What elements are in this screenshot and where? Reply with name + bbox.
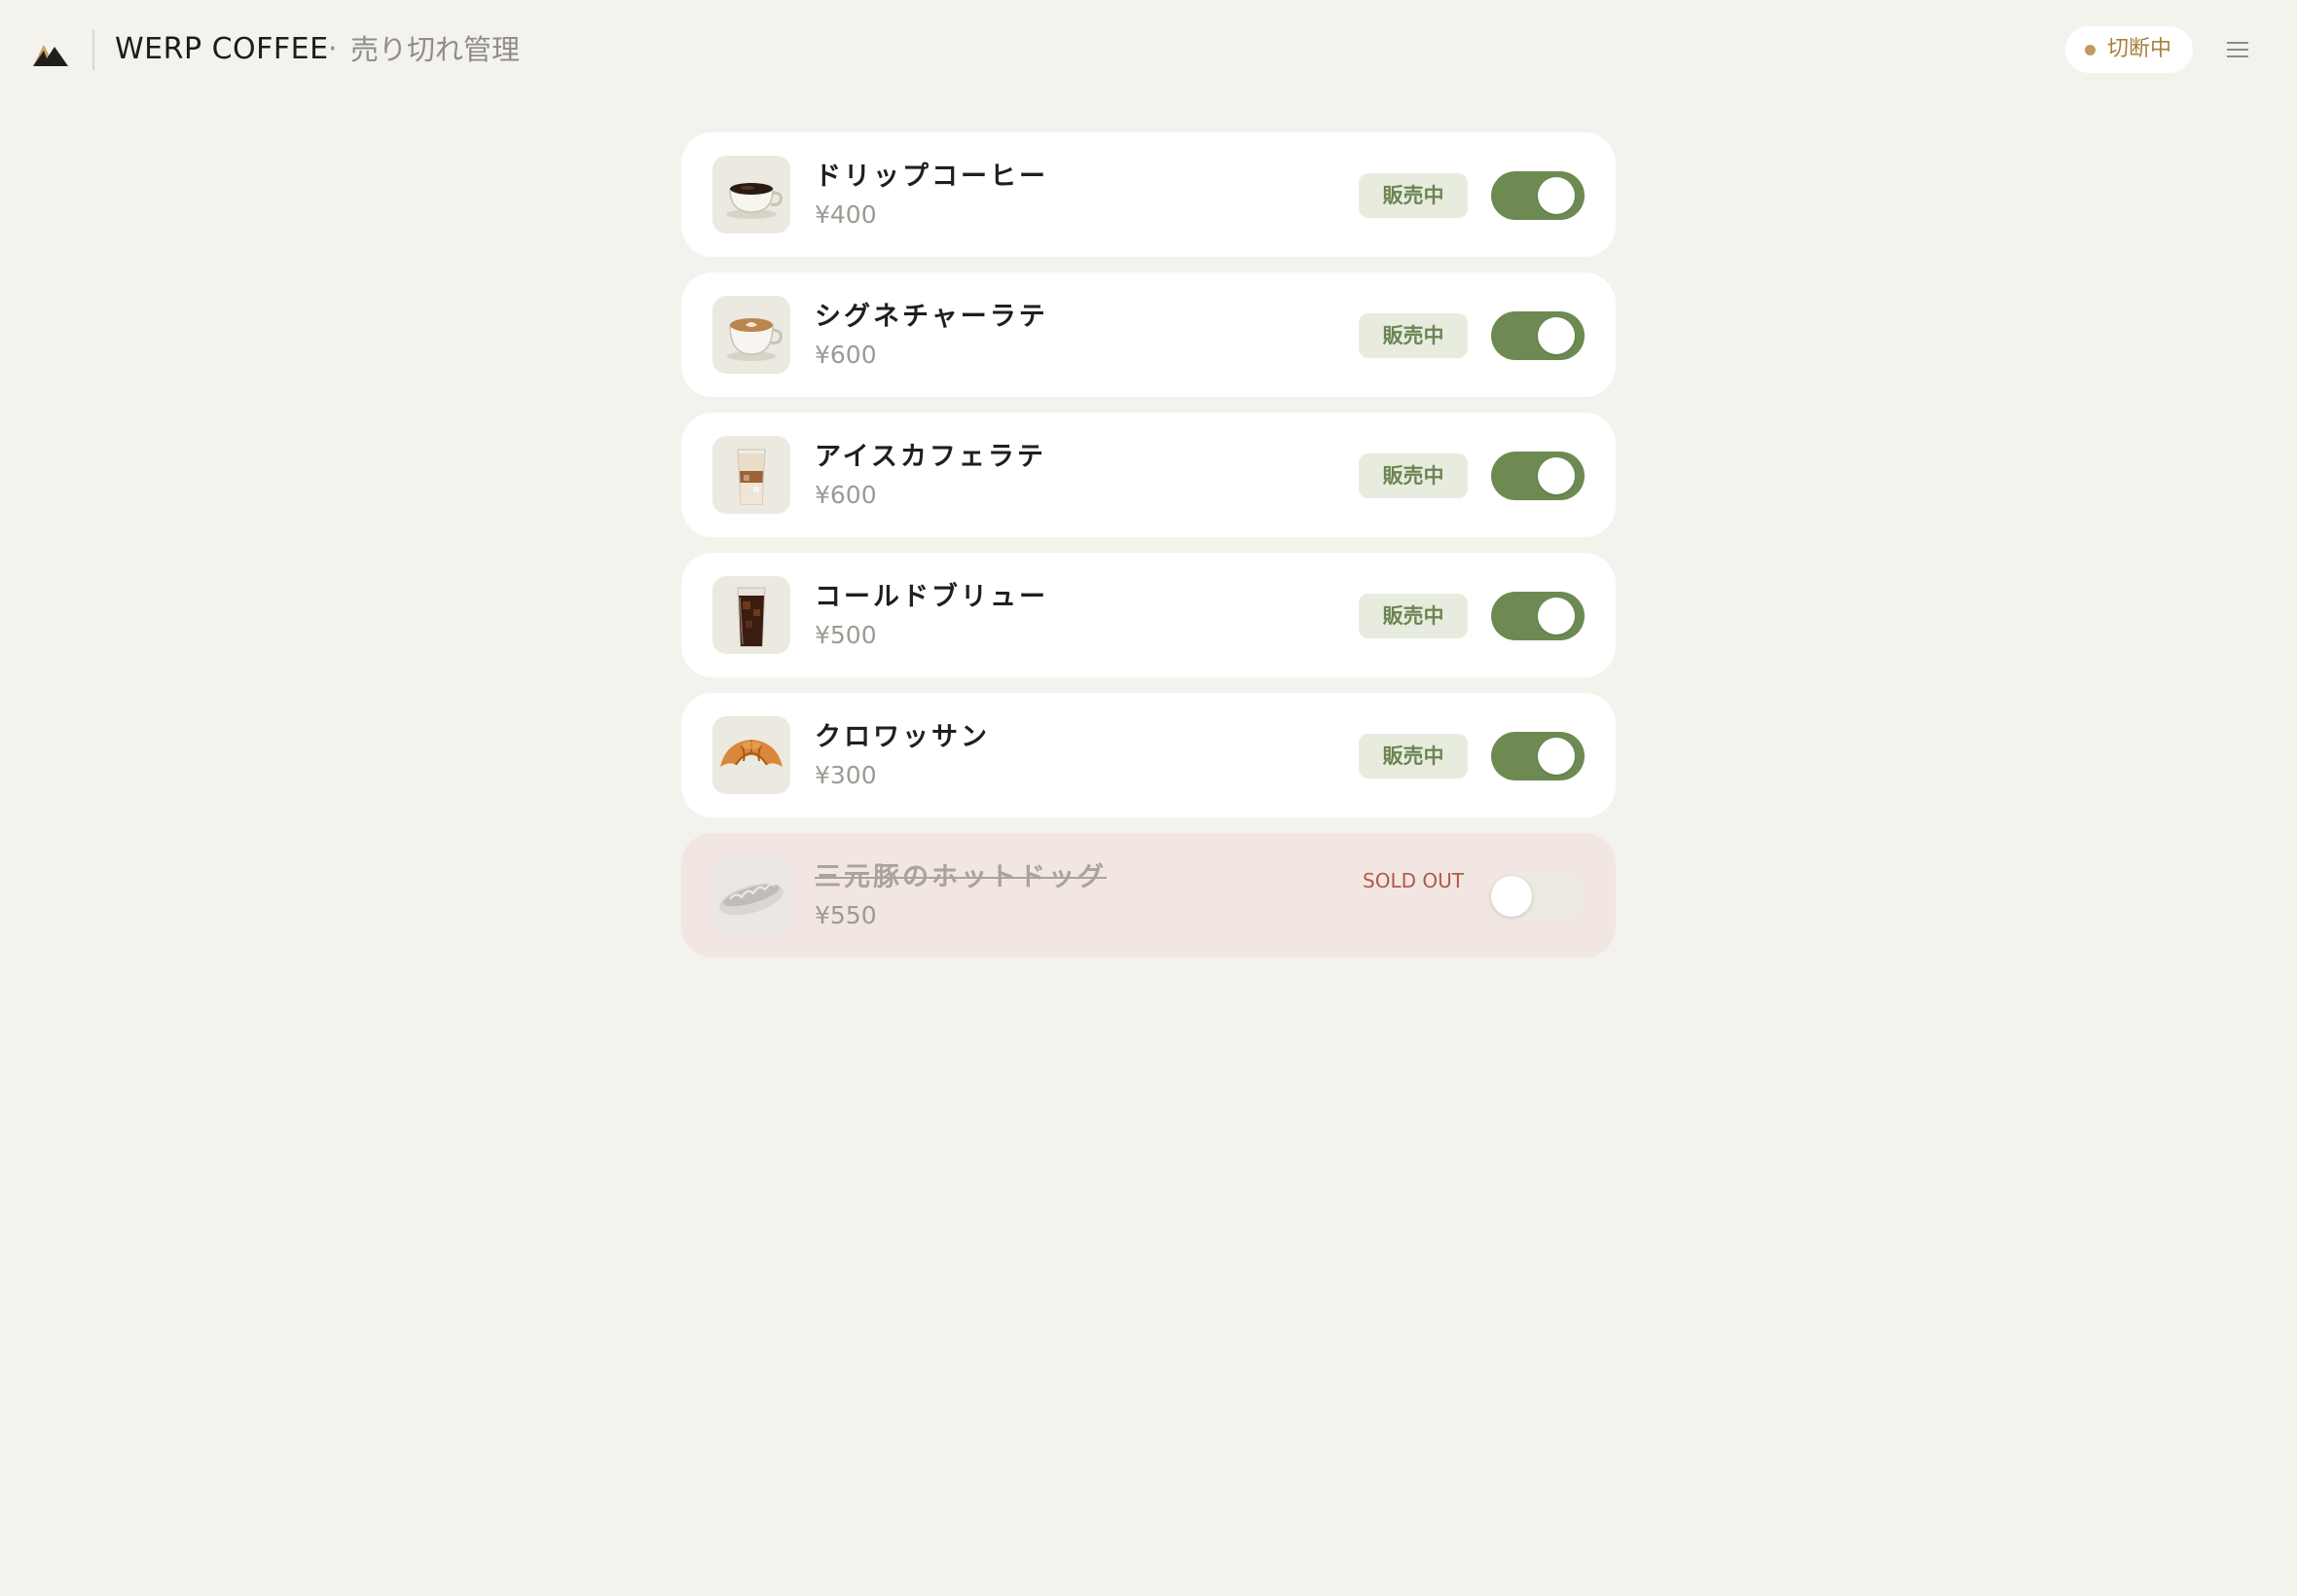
menu-bar <box>2227 49 2248 51</box>
iced-latte-glass-icon <box>712 436 790 514</box>
toggle-knob <box>1538 738 1575 775</box>
hamburger-menu-icon[interactable] <box>2223 35 2252 64</box>
toggle-knob <box>1538 317 1575 354</box>
product-price: ¥600 <box>815 341 877 369</box>
app-header: WERP COFFEE · 売り切れ管理 切断中 <box>0 0 2297 101</box>
latte-cup-icon <box>712 296 790 374</box>
product-card: アイスカフェラテ ¥600 販売中 <box>681 413 1616 537</box>
connection-status-badge: 切断中 <box>2065 26 2193 73</box>
header-divider <box>92 29 94 70</box>
toggle-knob <box>1538 457 1575 494</box>
product-name: ドリップコーヒー <box>815 162 1048 192</box>
product-name: シグネチャーラテ <box>815 302 1048 332</box>
mountain-logo-icon <box>33 45 68 66</box>
product-card: ドリップコーヒー ¥400 販売中 <box>681 132 1616 257</box>
status-badge: 販売中 <box>1359 594 1468 638</box>
cold-brew-glass-icon <box>712 576 790 654</box>
product-price: ¥300 <box>815 761 877 789</box>
croissant-icon <box>712 716 790 794</box>
product-list: ドリップコーヒー ¥400 販売中 シグネチャーラテ ¥600 販売中 アイスカ… <box>681 132 1616 973</box>
product-name: コールドブリュー <box>815 582 1048 612</box>
product-card: シグネチャーラテ ¥600 販売中 <box>681 272 1616 397</box>
availability-toggle[interactable] <box>1491 311 1585 360</box>
status-badge: 販売中 <box>1359 734 1468 779</box>
status-badge: 販売中 <box>1359 313 1468 358</box>
product-price: ¥400 <box>815 200 877 229</box>
availability-toggle[interactable] <box>1491 592 1585 640</box>
product-price: ¥500 <box>815 621 877 649</box>
availability-toggle[interactable] <box>1491 171 1585 220</box>
product-card-sold-out: 三元豚のホットドッグ ¥550 SOLD OUT <box>681 833 1616 958</box>
hot-dog-icon <box>712 856 790 934</box>
availability-toggle[interactable] <box>1491 732 1585 780</box>
sold-out-badge: SOLD OUT <box>1363 869 1464 892</box>
page-title: 売り切れ管理 <box>350 33 521 66</box>
menu-bar <box>2227 55 2248 57</box>
product-name: 三元豚のホットドッグ <box>815 862 1107 892</box>
product-price: ¥550 <box>815 901 877 929</box>
menu-bar <box>2227 42 2248 44</box>
product-card: クロワッサン ¥300 販売中 <box>681 693 1616 817</box>
status-badge: 販売中 <box>1359 453 1468 498</box>
status-badge: 販売中 <box>1359 173 1468 218</box>
toggle-knob <box>1538 598 1575 635</box>
product-price: ¥600 <box>815 481 877 509</box>
toggle-knob <box>1538 177 1575 214</box>
availability-toggle[interactable] <box>1491 872 1585 921</box>
drip-coffee-cup-icon <box>712 156 790 234</box>
title-separator: · <box>328 32 338 66</box>
product-name: アイスカフェラテ <box>815 442 1046 472</box>
product-name: クロワッサン <box>815 722 990 752</box>
availability-toggle[interactable] <box>1491 452 1585 500</box>
brand-name: WERP COFFEE <box>115 32 329 66</box>
status-dot-icon <box>2085 45 2096 55</box>
toggle-knob <box>1491 876 1532 917</box>
connection-status-label: 切断中 <box>2107 37 2172 61</box>
product-card: コールドブリュー ¥500 販売中 <box>681 553 1616 677</box>
